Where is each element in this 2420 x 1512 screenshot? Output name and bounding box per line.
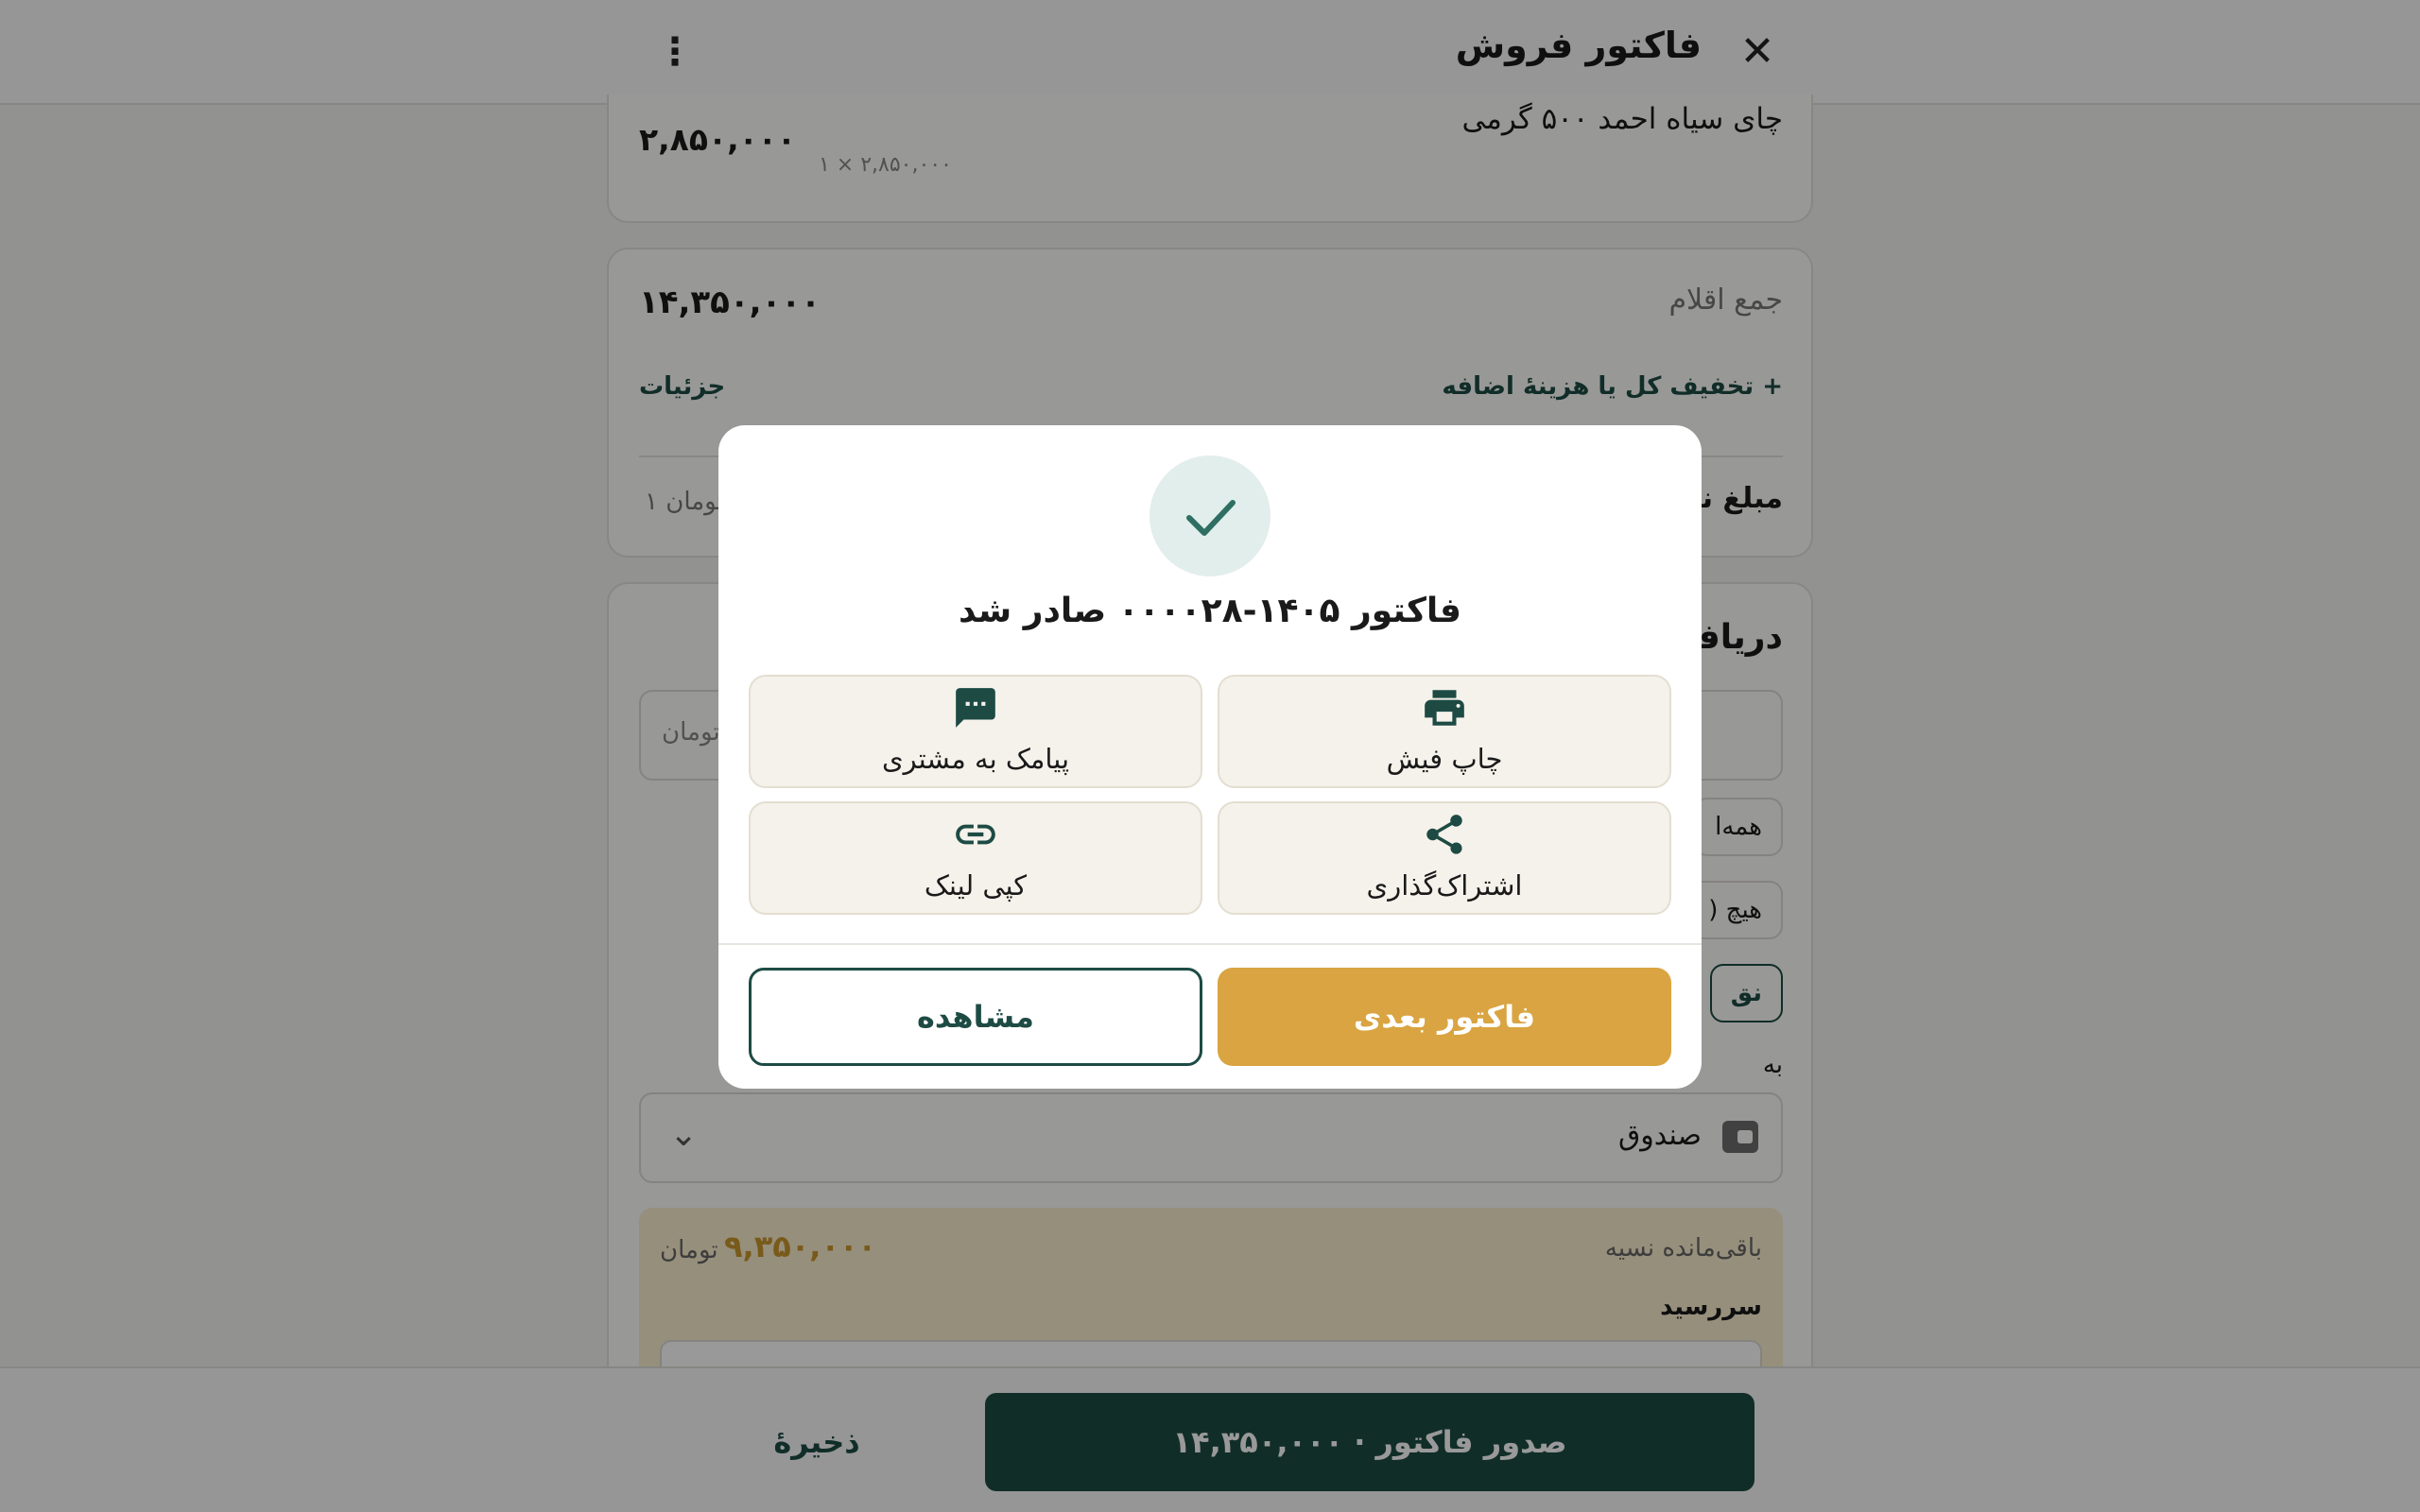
print-receipt-label: چاپ فیش	[1386, 743, 1503, 775]
copy-link-button[interactable]: کپی لینک	[749, 801, 1202, 915]
sms-customer-button[interactable]: پیامک به مشتری	[749, 675, 1202, 788]
sms-customer-label: پیامک به مشتری	[881, 743, 1070, 775]
print-receipt-button[interactable]: چاپ فیش	[1218, 675, 1671, 788]
copy-link-label: کپی لینک	[924, 869, 1028, 902]
print-icon	[1219, 684, 1669, 731]
link-icon	[751, 811, 1201, 858]
share-button[interactable]: اشتراک‌گذاری	[1218, 801, 1671, 915]
invoice-issued-dialog: فاکتور ۱۴۰۵-۰۰۰۰۲۸ صادر شد چاپ فیش پیامک…	[718, 425, 1702, 1089]
view-invoice-button[interactable]: مشاهده	[749, 968, 1202, 1066]
dialog-title: فاکتور ۱۴۰۵-۰۰۰۰۲۸ صادر شد	[958, 592, 1462, 630]
dialog-divider	[718, 943, 1702, 945]
next-invoice-button[interactable]: فاکتور بعدی	[1218, 968, 1671, 1066]
success-badge	[1150, 455, 1270, 576]
share-label: اشتراک‌گذاری	[1366, 869, 1523, 902]
share-icon	[1219, 811, 1669, 858]
sms-icon	[751, 684, 1201, 731]
check-icon	[1186, 500, 1236, 536]
